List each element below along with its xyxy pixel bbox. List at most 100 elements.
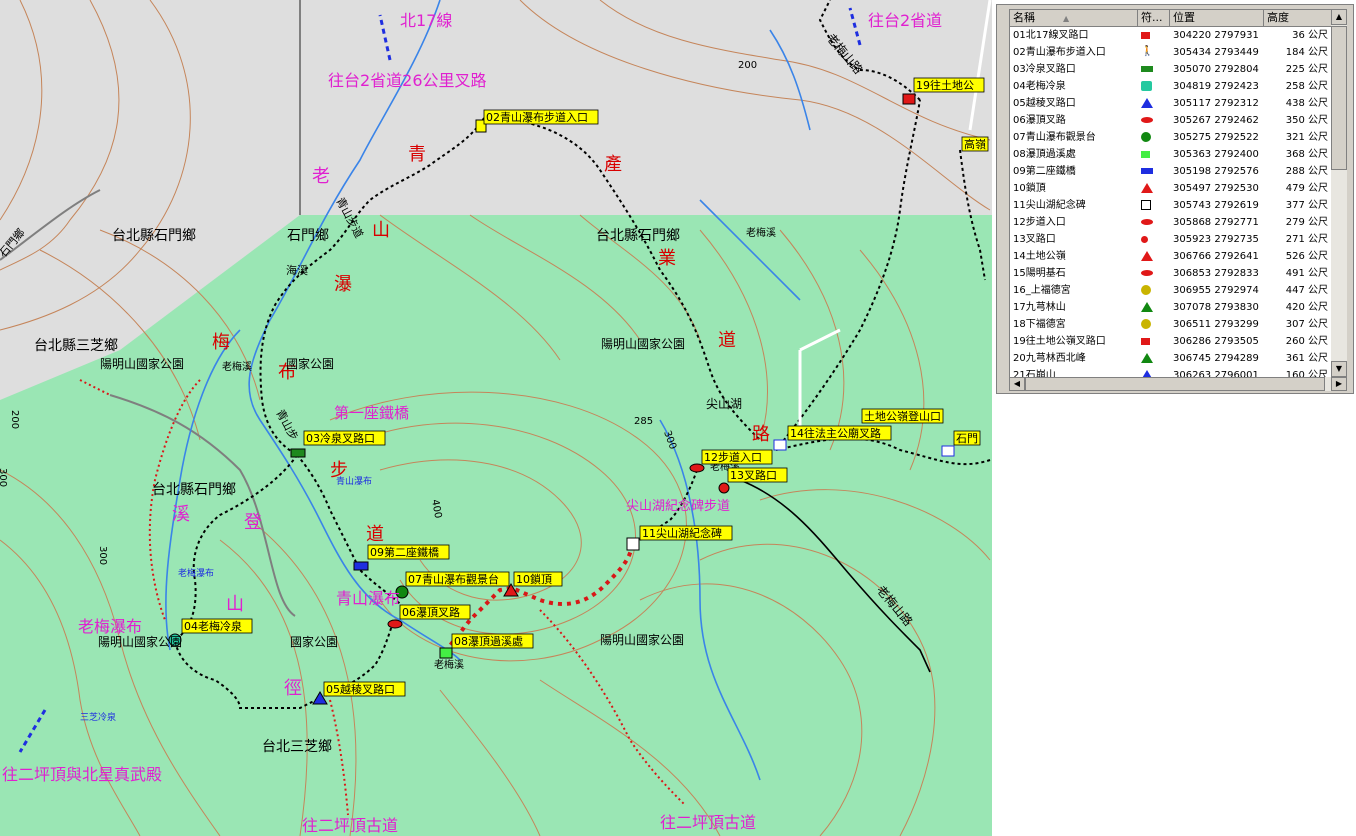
waypoint-list-panel: 名稱 ▲ 符... 位置 高度 01北17線叉路口 304220 2797931 3… xyxy=(996,4,1354,394)
waypoint-position: 307078 2793830 xyxy=(1173,302,1259,313)
list-item[interactable]: 01北17線叉路口 304220 2797931 36 公尺 xyxy=(1010,27,1332,44)
place-label-sanzhi-1: 台北縣三芝鄉 xyxy=(34,338,118,354)
place-label-park-4: 陽明山國家公園 xyxy=(98,634,182,649)
waypoint-name: 05越稜叉路口 xyxy=(1013,98,1076,109)
red-triangle-icon xyxy=(1138,180,1170,197)
route-char: 山 xyxy=(372,220,390,241)
scroll-right-button[interactable]: ▶ xyxy=(1331,377,1347,391)
list-item[interactable]: 20九芎林西北峰 306745 2794289 361 公尺 xyxy=(1010,350,1332,367)
scroll-down-button[interactable]: ▼ xyxy=(1331,361,1347,377)
topographic-map: 北17線 往台2省道往台2省道26公里叉路往二坪頂與北星真武殿往二坪頂古道 往二坪頂… xyxy=(0,0,992,836)
route-char: 徑 xyxy=(284,678,302,699)
road-label-to-tai2: 往台2省道 xyxy=(868,11,942,30)
column-symbol[interactable]: 符... xyxy=(1138,10,1170,26)
red-ellipse-icon xyxy=(387,619,403,629)
scroll-left-button[interactable]: ◀ xyxy=(1009,377,1025,391)
blue-triangle-icon xyxy=(1138,95,1170,112)
place-label-park-1: 陽明山國家公園 xyxy=(100,356,184,371)
green-rect-icon xyxy=(290,448,306,458)
list-item[interactable]: 16_上福德宮 306955 2792974 447 公尺 xyxy=(1010,282,1332,299)
route-char: 道 xyxy=(366,524,384,545)
temple-icon xyxy=(1138,316,1170,333)
list-item[interactable]: 03冷泉叉路口 305070 2792804 225 公尺 xyxy=(1010,61,1332,78)
list-item[interactable]: 07青山瀑布觀景台 305275 2792522 321 公尺 xyxy=(1010,129,1332,146)
waypoint-altitude: 307 公尺 xyxy=(1285,319,1328,330)
waypoint-name: 03冷泉叉路口 xyxy=(1013,64,1076,75)
waypoint-name: 18下福德宮 xyxy=(1013,319,1066,330)
list-item[interactable]: 19往土地公嶺叉路口 306286 2793505 260 公尺 xyxy=(1010,333,1332,350)
column-name[interactable]: 名稱 ▲ xyxy=(1010,10,1138,26)
list-item[interactable]: 13叉路口 305923 2792735 271 公尺 xyxy=(1010,231,1332,248)
list-item[interactable]: 08瀑頂過溪處 305363 2792400 368 公尺 xyxy=(1010,146,1332,163)
waypoint-altitude: 420 公尺 xyxy=(1285,302,1328,313)
waypoint-rows: 01北17線叉路口 304220 2797931 36 公尺 02青山瀑布步道入口 🚶 3… xyxy=(1010,27,1332,378)
list-item[interactable]: 06瀑頂叉路 305267 2792462 350 公尺 xyxy=(1010,112,1332,129)
green-rect-icon xyxy=(1138,61,1170,78)
waypoint-name: 07青山瀑布觀景台 xyxy=(1013,132,1096,143)
waypoint-tag-wp14: 14往法主公廟叉路 xyxy=(790,426,881,440)
road-label-to-erpingding-2: 往二坪頂古道 xyxy=(660,813,756,832)
list-item[interactable]: 11尖山湖紀念碑 305743 2792619 377 公尺 xyxy=(1010,197,1332,214)
red-triangle-icon xyxy=(1138,248,1170,265)
list-item[interactable]: 12步道入口 305868 2792771 279 公尺 xyxy=(1010,214,1332,231)
red-sun-icon xyxy=(1138,231,1170,248)
waypoint-name: 14土地公嶺 xyxy=(1013,251,1066,262)
hiker-icon: 🚶 xyxy=(1141,46,1154,57)
list-item[interactable]: 10鎖頂 305497 2792530 479 公尺 xyxy=(1010,180,1332,197)
waypoint-name: 19往土地公嶺叉路口 xyxy=(1013,336,1106,347)
waypoint-tag-wp04: 04老梅冷泉 xyxy=(184,619,242,633)
list-item[interactable]: 02青山瀑布步道入口 🚶 305434 2793449 184 公尺 xyxy=(1010,44,1332,61)
waypoint-tag-wp-shiqi: 石門 xyxy=(956,432,978,445)
waypoint-name: 13叉路口 xyxy=(1013,234,1056,245)
list-item[interactable]: 09第二座鐵橋 305198 2792576 288 公尺 xyxy=(1010,163,1332,180)
list-item[interactable]: 14土地公嶺 306766 2792641 526 公尺 xyxy=(1010,248,1332,265)
list-item[interactable]: 17九芎林山 307078 2793830 420 公尺 xyxy=(1010,299,1332,316)
list-item[interactable]: 18下福德宮 306511 2793299 307 公尺 xyxy=(1010,316,1332,333)
route-char: 業 xyxy=(658,248,676,269)
list-item[interactable]: 04老梅冷泉 304819 2792423 258 公尺 xyxy=(1010,78,1332,95)
road-label-bei17: 北17線 xyxy=(400,11,452,30)
vertical-scrollbar[interactable]: ▲ ▼ xyxy=(1331,9,1347,377)
waypoint-position: 305497 2792530 xyxy=(1173,183,1259,194)
waypoint-altitude: 526 公尺 xyxy=(1285,251,1328,262)
map-view[interactable]: 北17線 往台2省道 往台2省道26公里叉路 往二坪頂與北星真武殿 往二坪頂古道 往二坪頂… xyxy=(0,0,992,836)
waypoint-list[interactable]: 名稱 ▲ 符... 位置 高度 01北17線叉路口 304220 2797931 3… xyxy=(1009,9,1333,379)
list-item[interactable]: 15陽明基石 306853 2792833 491 公尺 xyxy=(1010,265,1332,282)
waypoint-altitude: 279 公尺 xyxy=(1285,217,1328,228)
scroll-up-button[interactable]: ▲ xyxy=(1331,9,1347,25)
temple-icon xyxy=(1138,282,1170,299)
feature-label-laomei-waterfall: 老梅瀑布 xyxy=(78,617,142,636)
route-char: 青 xyxy=(408,144,426,165)
horizontal-scrollbar[interactable]: ◀ ▶ xyxy=(1009,377,1347,391)
column-altitude[interactable]: 高度 xyxy=(1264,10,1332,26)
waypoint-altitude: 225 公尺 xyxy=(1285,64,1328,75)
place-label-laomeixi-1: 老梅溪 xyxy=(222,360,252,373)
hscroll-thumb[interactable] xyxy=(1025,377,1325,391)
hot-spring-icon xyxy=(1138,78,1170,95)
place-label-park-6: 國家公園 xyxy=(290,634,338,649)
place-label-laomei-pubu-small: 老梅瀑布 xyxy=(178,567,214,579)
waypoint-altitude: 447 公尺 xyxy=(1285,285,1328,296)
waypoint-position: 304220 2797931 xyxy=(1173,30,1259,41)
place-label-sanzhi-2: 台北三芝鄉 xyxy=(262,739,332,755)
waypoint-tag-wp06: 06瀑頂叉路 xyxy=(402,606,460,619)
waypoint-name: 09第二座鐵橋 xyxy=(1013,166,1076,177)
waypoint-altitude: 479 公尺 xyxy=(1285,183,1328,194)
scroll-thumb[interactable] xyxy=(1331,26,1347,170)
waypoint-position: 305198 2792576 xyxy=(1173,166,1259,177)
route-char: 老 xyxy=(312,166,330,187)
list-item[interactable]: 05越稜叉路口 305117 2792312 438 公尺 xyxy=(1010,95,1332,112)
waypoint-name: 01北17線叉路口 xyxy=(1013,30,1089,41)
blue-rect-icon xyxy=(353,561,369,571)
contour-label: 300 xyxy=(97,546,108,565)
route-char: 道 xyxy=(718,330,736,351)
waypoint-altitude: 321 公尺 xyxy=(1285,132,1328,143)
place-label-shimen-3: 台北縣石門鄉 xyxy=(152,482,236,498)
red-ellipse-icon xyxy=(1138,214,1170,231)
place-label-shimen-1: 台北縣石門鄉 xyxy=(112,228,196,244)
waypoint-name: 12步道入口 xyxy=(1013,217,1066,228)
waypoint-tag-wp03: 03冷泉叉路口 xyxy=(306,431,375,445)
column-position[interactable]: 位置 xyxy=(1170,10,1264,26)
waypoint-position: 306955 2792974 xyxy=(1173,285,1259,296)
waypoint-position: 306745 2794289 xyxy=(1173,353,1259,364)
